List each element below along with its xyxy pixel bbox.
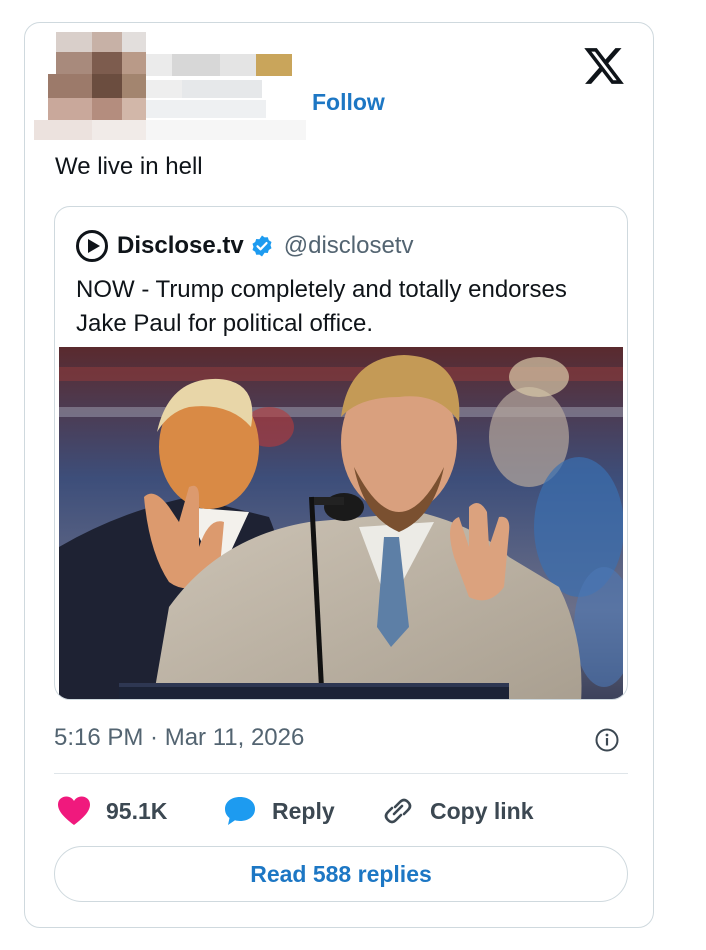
reply-label: Reply xyxy=(272,797,335,824)
like-button[interactable]: 95.1K xyxy=(56,794,167,828)
x-logo-icon[interactable] xyxy=(582,44,626,88)
redacted-author-info xyxy=(34,32,306,140)
read-replies-button[interactable]: Read 588 replies xyxy=(54,846,628,902)
info-icon[interactable] xyxy=(594,727,620,753)
quoted-author-name[interactable]: Disclose.tv xyxy=(117,232,244,260)
heart-icon xyxy=(58,796,90,825)
tweet-timestamp[interactable]: 5:16 PM · Mar 11, 2026 xyxy=(54,724,304,752)
quoted-tweet-text: NOW - Trump completely and totally endor… xyxy=(76,276,567,337)
like-count: 95.1K xyxy=(106,797,168,824)
link-icon xyxy=(384,798,412,824)
copy-link-button[interactable]: Copy link xyxy=(380,794,534,828)
quoted-author-handle[interactable]: @disclosetv xyxy=(284,232,414,260)
quoted-tweet[interactable]: Disclose.tv @disclosetv NOW - Trump comp… xyxy=(54,206,628,700)
verified-badge-icon xyxy=(252,235,272,257)
speech-bubble-icon xyxy=(225,797,255,825)
quoted-tweet-photo[interactable] xyxy=(59,347,623,700)
reply-button[interactable]: Reply xyxy=(222,794,335,828)
tweet-text: We live in hell xyxy=(55,153,203,180)
copy-link-label: Copy link xyxy=(430,797,534,824)
quoted-tweet-header: Disclose.tv @disclosetv xyxy=(75,229,413,263)
divider xyxy=(54,773,628,774)
play-circle-icon[interactable] xyxy=(75,229,109,263)
follow-button[interactable]: Follow xyxy=(312,89,385,116)
